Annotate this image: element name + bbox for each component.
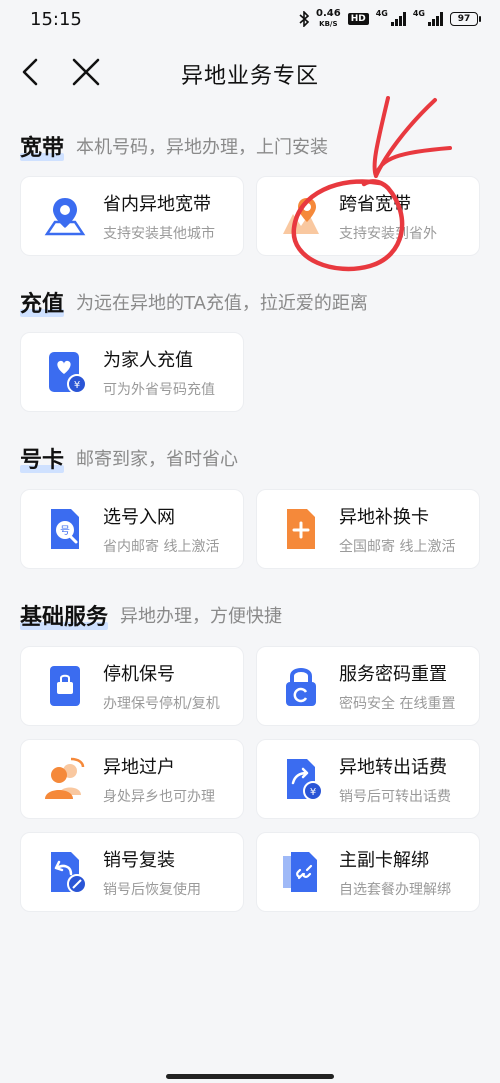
card-desc: 身处异乡也可办理 bbox=[103, 788, 215, 805]
section-header-basic: 基础服务 异地办理，方便快捷 bbox=[20, 599, 282, 631]
sim-add-icon bbox=[277, 505, 325, 553]
heart-phone-icon: ¥ bbox=[41, 348, 89, 396]
card-desc: 密码安全 在线重置 bbox=[339, 695, 456, 712]
card-suspend-keep-number[interactable]: 停机保号 办理保号停机/复机 bbox=[20, 646, 244, 726]
card-desc: 全国邮寄 线上激活 bbox=[339, 538, 456, 555]
status-bar: 15:15 0.46 KB/S HD 4G 4G 97 bbox=[0, 0, 500, 38]
status-time: 15:15 bbox=[30, 8, 82, 30]
restore-icon bbox=[41, 848, 89, 896]
svg-text:号: 号 bbox=[60, 525, 70, 537]
card-intra-province-broadband[interactable]: 省内异地宽带 支持安装其他城市 bbox=[20, 176, 244, 256]
section-title: 充值 bbox=[20, 286, 65, 318]
section-subtitle: 本机号码，异地办理，上门安装 bbox=[76, 137, 329, 158]
home-indicator[interactable] bbox=[166, 1074, 334, 1079]
card-reactivate-number[interactable]: 销号复装 销号后恢复使用 bbox=[20, 832, 244, 912]
card-title: 停机保号 bbox=[103, 663, 175, 685]
card-desc: 销号后恢复使用 bbox=[103, 881, 201, 898]
section-title: 基础服务 bbox=[20, 599, 109, 631]
card-cross-province-broadband[interactable]: 跨省宽带 支持安装到省外 bbox=[256, 176, 480, 256]
signal-icon-2 bbox=[428, 12, 443, 26]
status-icons: 0.46 KB/S HD 4G 4G 97 bbox=[299, 8, 481, 29]
card-title: 选号入网 bbox=[103, 506, 175, 528]
transfer-money-icon: ¥ bbox=[277, 755, 325, 803]
location-pin-icon bbox=[41, 192, 89, 240]
nav-bar: 异地业务专区 bbox=[0, 40, 500, 106]
card-family-recharge[interactable]: ¥ 为家人充值 可为外省号码充值 bbox=[20, 332, 244, 412]
bluetooth-icon bbox=[299, 11, 310, 27]
svg-text:¥: ¥ bbox=[310, 787, 316, 798]
hd-badge: HD bbox=[347, 13, 369, 25]
users-transfer-icon bbox=[41, 755, 89, 803]
signal-icon bbox=[390, 12, 406, 26]
card-transfer-ownership[interactable]: 异地过户 身处异乡也可办理 bbox=[20, 739, 244, 819]
card-title: 为家人充值 bbox=[103, 349, 193, 371]
network-speed: 0.46 KB/S bbox=[316, 8, 341, 29]
section-title: 号卡 bbox=[20, 442, 65, 474]
section-header-simcard: 号卡 邮寄到家，省时省心 bbox=[20, 442, 238, 474]
card-title: 主副卡解绑 bbox=[339, 849, 429, 871]
card-title: 异地转出话费 bbox=[339, 756, 447, 778]
card-desc: 自选套餐办理解绑 bbox=[339, 881, 451, 898]
card-title: 异地补换卡 bbox=[339, 506, 429, 528]
card-desc: 销号后可转出话费 bbox=[339, 788, 451, 805]
unlink-cards-icon bbox=[277, 848, 325, 896]
card-desc: 支持安装其他城市 bbox=[103, 225, 215, 242]
section-subtitle: 邮寄到家，省时省心 bbox=[76, 449, 239, 470]
card-title: 跨省宽带 bbox=[339, 193, 411, 215]
lock-icon bbox=[277, 662, 325, 710]
sim-number-icon: 号 bbox=[41, 505, 89, 553]
card-desc: 可为外省号码充值 bbox=[103, 381, 215, 398]
card-select-number[interactable]: 号 选号入网 省内邮寄 线上激活 bbox=[20, 489, 244, 569]
section-subtitle: 为远在异地的TA充值，拉近爱的距离 bbox=[76, 293, 368, 314]
card-desc: 支持安装到省外 bbox=[339, 225, 437, 242]
card-transfer-balance[interactable]: ¥ 异地转出话费 销号后可转出话费 bbox=[256, 739, 480, 819]
battery-icon: 97 bbox=[450, 12, 481, 26]
location-pin-orange-icon bbox=[277, 192, 325, 240]
svg-text:¥: ¥ bbox=[74, 380, 80, 391]
section-header-recharge: 充值 为远在异地的TA充值，拉近爱的距离 bbox=[20, 286, 368, 318]
page-title: 异地业务专区 bbox=[180, 64, 319, 89]
card-desc: 省内邮寄 线上激活 bbox=[103, 538, 220, 555]
card-title: 服务密码重置 bbox=[339, 663, 447, 685]
card-title: 销号复装 bbox=[103, 849, 175, 871]
card-reset-service-password[interactable]: 服务密码重置 密码安全 在线重置 bbox=[256, 646, 480, 726]
section-subtitle: 异地办理，方便快捷 bbox=[120, 606, 283, 627]
card-unbind-cards[interactable]: 主副卡解绑 自选套餐办理解绑 bbox=[256, 832, 480, 912]
section-header-broadband: 宽带 本机号码，异地办理，上门安装 bbox=[20, 130, 328, 162]
card-replace-card[interactable]: 异地补换卡 全国邮寄 线上激活 bbox=[256, 489, 480, 569]
bag-icon bbox=[41, 662, 89, 710]
card-desc: 办理保号停机/复机 bbox=[103, 695, 220, 712]
card-title: 异地过户 bbox=[103, 756, 175, 778]
section-title: 宽带 bbox=[20, 130, 65, 162]
card-title: 省内异地宽带 bbox=[103, 193, 211, 215]
